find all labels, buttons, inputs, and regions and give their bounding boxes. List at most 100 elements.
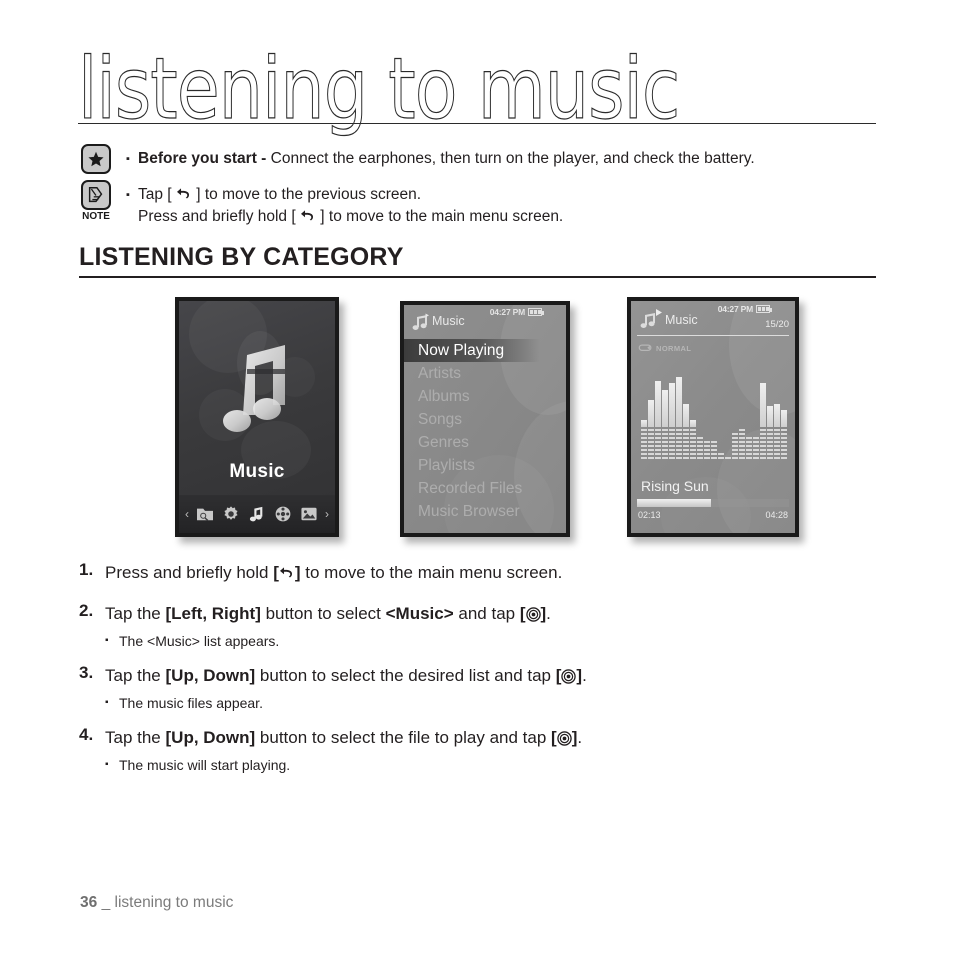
equalizer-segment (676, 445, 682, 447)
equalizer-segment (781, 453, 787, 455)
list-item-albums[interactable]: Albums (404, 385, 566, 408)
list-item-genres[interactable]: Genres (404, 431, 566, 454)
equalizer-segment (662, 453, 668, 455)
step-number: 3. (79, 663, 94, 682)
music-category-list[interactable]: Now Playing Artists Albums Songs Genres … (404, 339, 566, 523)
back-icon (279, 562, 295, 578)
equalizer-segment (683, 437, 689, 439)
header-divider (637, 335, 789, 336)
equalizer-segment (662, 449, 668, 451)
equalizer-segment (781, 449, 787, 451)
note-line-3: Press and briefly hold [ ] to move to th… (126, 206, 876, 228)
page-indicator (250, 528, 264, 532)
equalizer-segment (767, 457, 773, 459)
equalizer-segment (711, 441, 717, 443)
progress-bar[interactable] (637, 499, 789, 507)
equalizer-peak (774, 404, 780, 427)
video-icon[interactable] (273, 504, 293, 524)
equalizer-segment (753, 453, 759, 455)
equalizer-segment (676, 429, 682, 431)
sub-bullet: ▪ (105, 697, 109, 708)
equalizer-segment (655, 433, 661, 435)
prev-arrow-icon[interactable]: ‹ (185, 508, 189, 520)
main-menu-icon-bar[interactable]: ‹ › (179, 495, 335, 533)
equalizer-segment (662, 437, 668, 439)
instruction-substep-2: ▪ The <Music> list appears. (79, 631, 879, 651)
equalizer-segment (648, 437, 654, 439)
sub-text: The music will start playing. (119, 757, 291, 773)
equalizer-segment (655, 437, 661, 439)
equalizer-segment (767, 445, 773, 447)
note-hand-badge-icon (81, 180, 111, 210)
list-item-artists[interactable]: Artists (404, 362, 566, 385)
equalizer-peak (662, 390, 668, 427)
equalizer-segment (655, 445, 661, 447)
equalizer-segment (683, 429, 689, 431)
equalizer-segment (753, 449, 759, 451)
equalizer-segment (774, 433, 780, 435)
music-icon[interactable] (247, 504, 267, 524)
list-item-music-browser[interactable]: Music Browser (404, 500, 566, 523)
list-item-label: Music Browser (418, 503, 520, 520)
title-divider (78, 123, 876, 124)
equalizer-segment (641, 441, 647, 443)
equalizer-segment (690, 445, 696, 447)
equalizer-peak (669, 383, 675, 427)
next-arrow-icon[interactable]: › (325, 508, 329, 520)
equalizer-segment (641, 445, 647, 447)
settings-icon[interactable] (221, 504, 241, 524)
equalizer-bar (683, 363, 689, 461)
equalizer-segment (697, 449, 703, 451)
list-item-label: Artists (418, 365, 462, 382)
wheel-icon (556, 728, 572, 746)
section-heading: LISTENING BY CATEGORY (79, 243, 404, 271)
equalizer-segment (774, 457, 780, 459)
equalizer-segment (732, 453, 738, 455)
equalizer-segment (662, 441, 668, 443)
hold-back-post: ] to move to the main menu screen. (315, 208, 564, 225)
equalizer-segment (662, 457, 668, 459)
track-counter: 15/20 (765, 319, 789, 330)
equalizer-segment (655, 429, 661, 431)
equalizer-segment (669, 457, 675, 459)
equalizer-segment (774, 453, 780, 455)
equalizer-segment (753, 441, 759, 443)
instruction-step-2: 2. Tap the [Left, Right] button to select… (79, 601, 879, 627)
equalizer-peak (690, 420, 696, 427)
equalizer-segment (655, 457, 661, 459)
equalizer-segment (669, 453, 675, 455)
equalizer-segment (704, 449, 710, 451)
list-item-recorded-files[interactable]: Recorded Files (404, 477, 566, 500)
section-divider (79, 276, 876, 278)
list-item-now-playing[interactable]: Now Playing (404, 339, 566, 362)
equalizer-peak (655, 381, 661, 427)
clock-text: 04:27 PM (489, 307, 525, 317)
equalizer-segment (648, 449, 654, 451)
equalizer-segment (662, 445, 668, 447)
page-number: 36 (80, 894, 98, 911)
list-item-playlists[interactable]: Playlists (404, 454, 566, 477)
equalizer-segment (669, 445, 675, 447)
equalizer-segment (697, 457, 703, 459)
play-indicator-icon (655, 304, 663, 322)
equalizer-peak (767, 406, 773, 427)
equalizer-bar (697, 363, 703, 461)
list-item-songs[interactable]: Songs (404, 408, 566, 431)
wheel-icon (561, 666, 577, 684)
pictures-icon[interactable] (299, 504, 319, 524)
equalizer-segment (739, 441, 745, 443)
sub-bullet: ▪ (105, 759, 109, 770)
equalizer-segment (690, 429, 696, 431)
equalizer-segment (746, 437, 752, 439)
music-note-graphic (211, 339, 303, 456)
battery-full-icon (528, 308, 544, 316)
equalizer-bar (753, 363, 759, 461)
note-bullet: ▪ (126, 189, 130, 201)
file-browser-icon[interactable] (195, 504, 215, 524)
footer-title: listening to music (114, 894, 234, 911)
equalizer-segment (690, 457, 696, 459)
equalizer-segment (641, 449, 647, 451)
equalizer-segment (767, 453, 773, 455)
equalizer-bar (746, 363, 752, 461)
equalizer-segment (739, 433, 745, 435)
